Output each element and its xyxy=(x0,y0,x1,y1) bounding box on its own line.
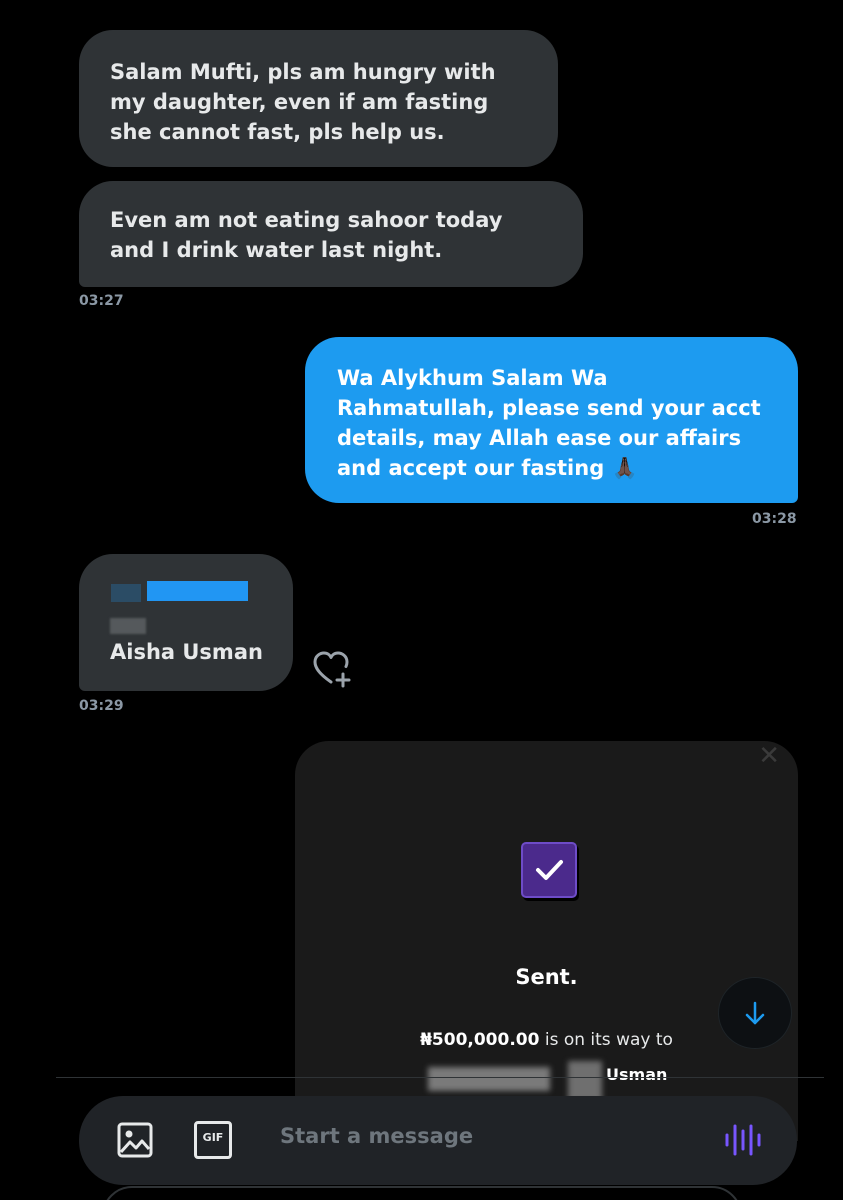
incoming-message-account-details[interactable]: Aisha Usman xyxy=(79,554,293,691)
arrow-down-icon xyxy=(745,1001,765,1025)
gif-label: GIF xyxy=(202,1131,224,1144)
dm-conversation: Salam Mufti, pls am hungry with my daugh… xyxy=(0,0,843,1200)
image-icon[interactable] xyxy=(116,1121,154,1159)
message-timestamp: 03:27 xyxy=(79,293,124,309)
message-text: Even am not eating sahoor today and I dr… xyxy=(110,208,503,262)
message-timestamp: 03:29 xyxy=(79,698,124,714)
message-text: Salam Mufti, pls am hungry with my daugh… xyxy=(110,60,496,144)
message-timestamp: 03:28 xyxy=(752,511,797,527)
incoming-message[interactable]: Salam Mufti, pls am hungry with my daugh… xyxy=(79,30,558,167)
transfer-summary-text: is on its way to xyxy=(539,1030,673,1050)
recipient-name: Usman xyxy=(606,1065,668,1084)
incoming-message[interactable]: Even am not eating sahoor today and I dr… xyxy=(79,181,583,287)
message-text: Wa Alykhum Salam Wa Rahmatullah, please … xyxy=(337,366,761,480)
transfer-receipt-card[interactable]: ✕ Sent. ₦500,000.00 is on its way to Usm… xyxy=(295,741,798,1141)
voice-icon[interactable] xyxy=(723,1120,763,1160)
redacted-recipient-name xyxy=(568,1061,602,1101)
message-composer[interactable]: GIF Start a message xyxy=(79,1096,797,1185)
close-icon[interactable]: ✕ xyxy=(758,743,780,769)
account-name: Aisha Usman xyxy=(110,640,263,664)
redacted-bank-name xyxy=(110,618,146,634)
redacted-account-number xyxy=(147,581,248,601)
redacted-account-number xyxy=(111,584,141,602)
redacted-recipient-name xyxy=(428,1067,550,1091)
composer-divider xyxy=(56,1077,824,1078)
outgoing-message[interactable]: Wa Alykhum Salam Wa Rahmatullah, please … xyxy=(305,337,798,503)
scroll-to-bottom-button[interactable] xyxy=(718,977,792,1049)
transfer-amount: ₦500,000.00 xyxy=(420,1030,540,1050)
checkmark-icon xyxy=(521,842,577,898)
gif-icon[interactable]: GIF xyxy=(194,1121,232,1159)
bottom-bar-edge xyxy=(102,1186,742,1200)
add-reaction-heart-icon[interactable] xyxy=(312,650,354,688)
message-input[interactable]: Start a message xyxy=(280,1124,473,1148)
